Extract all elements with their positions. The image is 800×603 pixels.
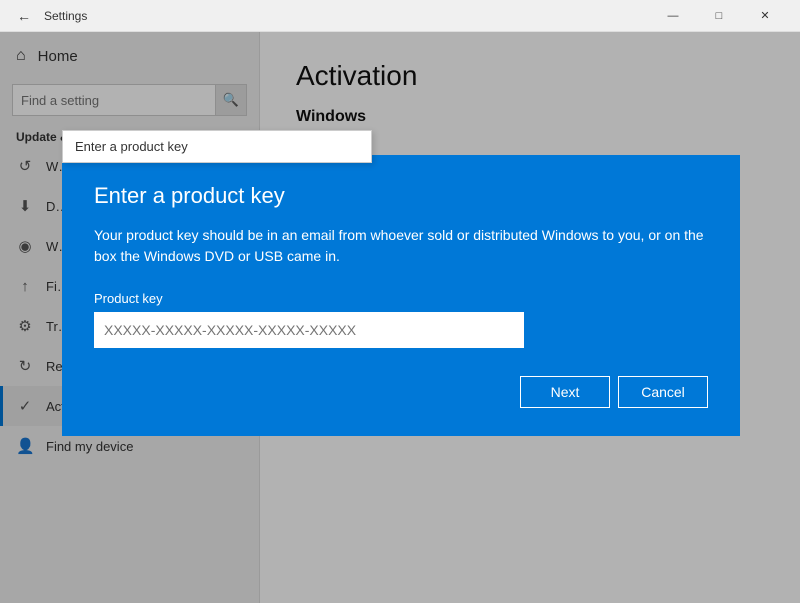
dialog-buttons: Next Cancel	[94, 376, 708, 408]
product-key-dialog: Enter a product key Your product key sho…	[62, 155, 740, 436]
window-controls: — □ ✕	[650, 0, 788, 32]
cancel-button[interactable]: Cancel	[618, 376, 708, 408]
maximize-button[interactable]: □	[696, 0, 742, 32]
product-key-tooltip: Enter a product key	[62, 130, 372, 163]
settings-window: ← Settings — □ ✕ ⌂ Home 🔍 Update &amp; S…	[0, 0, 800, 603]
dialog-field-label: Product key	[94, 291, 708, 306]
dialog-title: Enter a product key	[94, 183, 708, 209]
minimize-button[interactable]: —	[650, 0, 696, 32]
back-button[interactable]: ←	[12, 4, 36, 28]
titlebar: ← Settings — □ ✕	[0, 0, 800, 32]
tooltip-text: Enter a product key	[75, 139, 188, 154]
dialog-description: Your product key should be in an email f…	[94, 225, 708, 267]
product-key-input[interactable]	[94, 312, 524, 348]
next-button[interactable]: Next	[520, 376, 610, 408]
close-button[interactable]: ✕	[742, 0, 788, 32]
window-title: Settings	[44, 9, 650, 23]
